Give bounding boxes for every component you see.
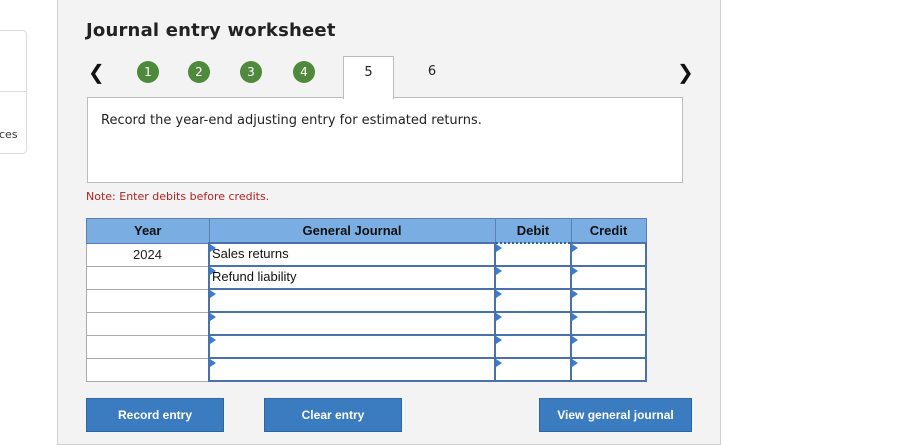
account-value: Sales returns <box>212 246 289 261</box>
header-credit: Credit <box>570 218 647 244</box>
credit-cell[interactable] <box>570 288 647 313</box>
triangle-right-icon <box>572 359 578 367</box>
table-row <box>86 334 647 359</box>
header-year: Year <box>86 218 210 244</box>
table-row <box>86 311 647 336</box>
year-cell[interactable] <box>86 311 210 336</box>
year-cell[interactable] <box>86 288 210 313</box>
year-cell[interactable] <box>86 265 210 290</box>
journal-worksheet-panel: Journal entry worksheet ❮ 1 2 3 4 5 6 ❯ … <box>57 0 721 445</box>
debit-cell[interactable] <box>494 288 572 313</box>
tab-step-6[interactable]: 6 <box>420 56 444 98</box>
debit-cell[interactable] <box>494 242 572 267</box>
view-general-journal-button[interactable]: View general journal <box>539 398 692 432</box>
account-cell[interactable] <box>208 357 496 382</box>
table-header-row: Year General Journal Debit Credit <box>86 218 647 244</box>
triangle-right-icon <box>572 336 578 344</box>
triangle-right-icon <box>496 359 502 367</box>
triangle-right-icon <box>496 244 502 252</box>
year-cell[interactable]: 2024 <box>86 242 210 267</box>
triangle-right-icon <box>572 244 578 252</box>
triangle-right-icon <box>496 313 502 321</box>
credit-cell[interactable] <box>570 265 647 290</box>
year-cell[interactable] <box>86 357 210 382</box>
account-cell[interactable] <box>208 311 496 336</box>
header-general-journal: General Journal <box>208 218 496 244</box>
header-debit: Debit <box>494 218 572 244</box>
year-cell[interactable] <box>86 334 210 359</box>
clear-entry-button[interactable]: Clear entry <box>264 398 402 432</box>
record-entry-button[interactable]: Record entry <box>86 398 224 432</box>
step-4-button[interactable]: 4 <box>293 61 315 83</box>
account-cell[interactable]: Sales returns <box>208 242 496 267</box>
step-3-button[interactable]: 3 <box>240 61 262 83</box>
instruction-text: Record the year-end adjusting entry for … <box>101 113 482 128</box>
side-panel-card: ces <box>0 30 27 154</box>
debit-cell[interactable] <box>494 311 572 336</box>
chevron-right-icon[interactable]: ❯ <box>677 60 694 84</box>
triangle-right-icon <box>572 290 578 298</box>
side-panel-text: ces <box>0 128 18 141</box>
triangle-right-icon <box>572 267 578 275</box>
journal-table: Year General Journal Debit Credit 2024 S… <box>86 218 647 382</box>
triangle-right-icon <box>210 359 216 367</box>
debit-cell[interactable] <box>494 357 572 382</box>
table-row: 2024 Sales returns <box>86 242 647 267</box>
step-1-button[interactable]: 1 <box>137 61 159 83</box>
step-2-button[interactable]: 2 <box>188 61 210 83</box>
credit-cell[interactable] <box>570 357 647 382</box>
credit-cell[interactable] <box>570 334 647 359</box>
account-cell[interactable]: Refund liability <box>208 265 496 290</box>
credit-cell[interactable] <box>570 311 647 336</box>
card-divider <box>0 91 26 92</box>
triangle-right-icon <box>210 336 216 344</box>
triangle-right-icon <box>572 313 578 321</box>
debit-cell[interactable] <box>494 265 572 290</box>
triangle-right-icon <box>496 290 502 298</box>
journal-table-wrapper: Year General Journal Debit Credit 2024 S… <box>86 218 647 382</box>
account-value: Refund liability <box>212 269 297 284</box>
table-row <box>86 288 647 313</box>
chevron-left-icon[interactable]: ❮ <box>88 60 105 84</box>
table-row: Refund liability <box>86 265 647 290</box>
triangle-right-icon <box>210 290 216 298</box>
debit-cell[interactable] <box>494 334 572 359</box>
account-cell[interactable] <box>208 288 496 313</box>
triangle-right-icon <box>496 267 502 275</box>
instruction-box: Record the year-end adjusting entry for … <box>87 97 683 183</box>
tab-step-5[interactable]: 5 <box>343 56 394 99</box>
triangle-right-icon <box>496 336 502 344</box>
triangle-right-icon <box>210 313 216 321</box>
account-cell[interactable] <box>208 334 496 359</box>
worksheet-title: Journal entry worksheet <box>86 20 336 41</box>
credit-cell[interactable] <box>570 242 647 267</box>
note-text: Note: Enter debits before credits. <box>86 190 270 203</box>
table-row <box>86 357 647 382</box>
